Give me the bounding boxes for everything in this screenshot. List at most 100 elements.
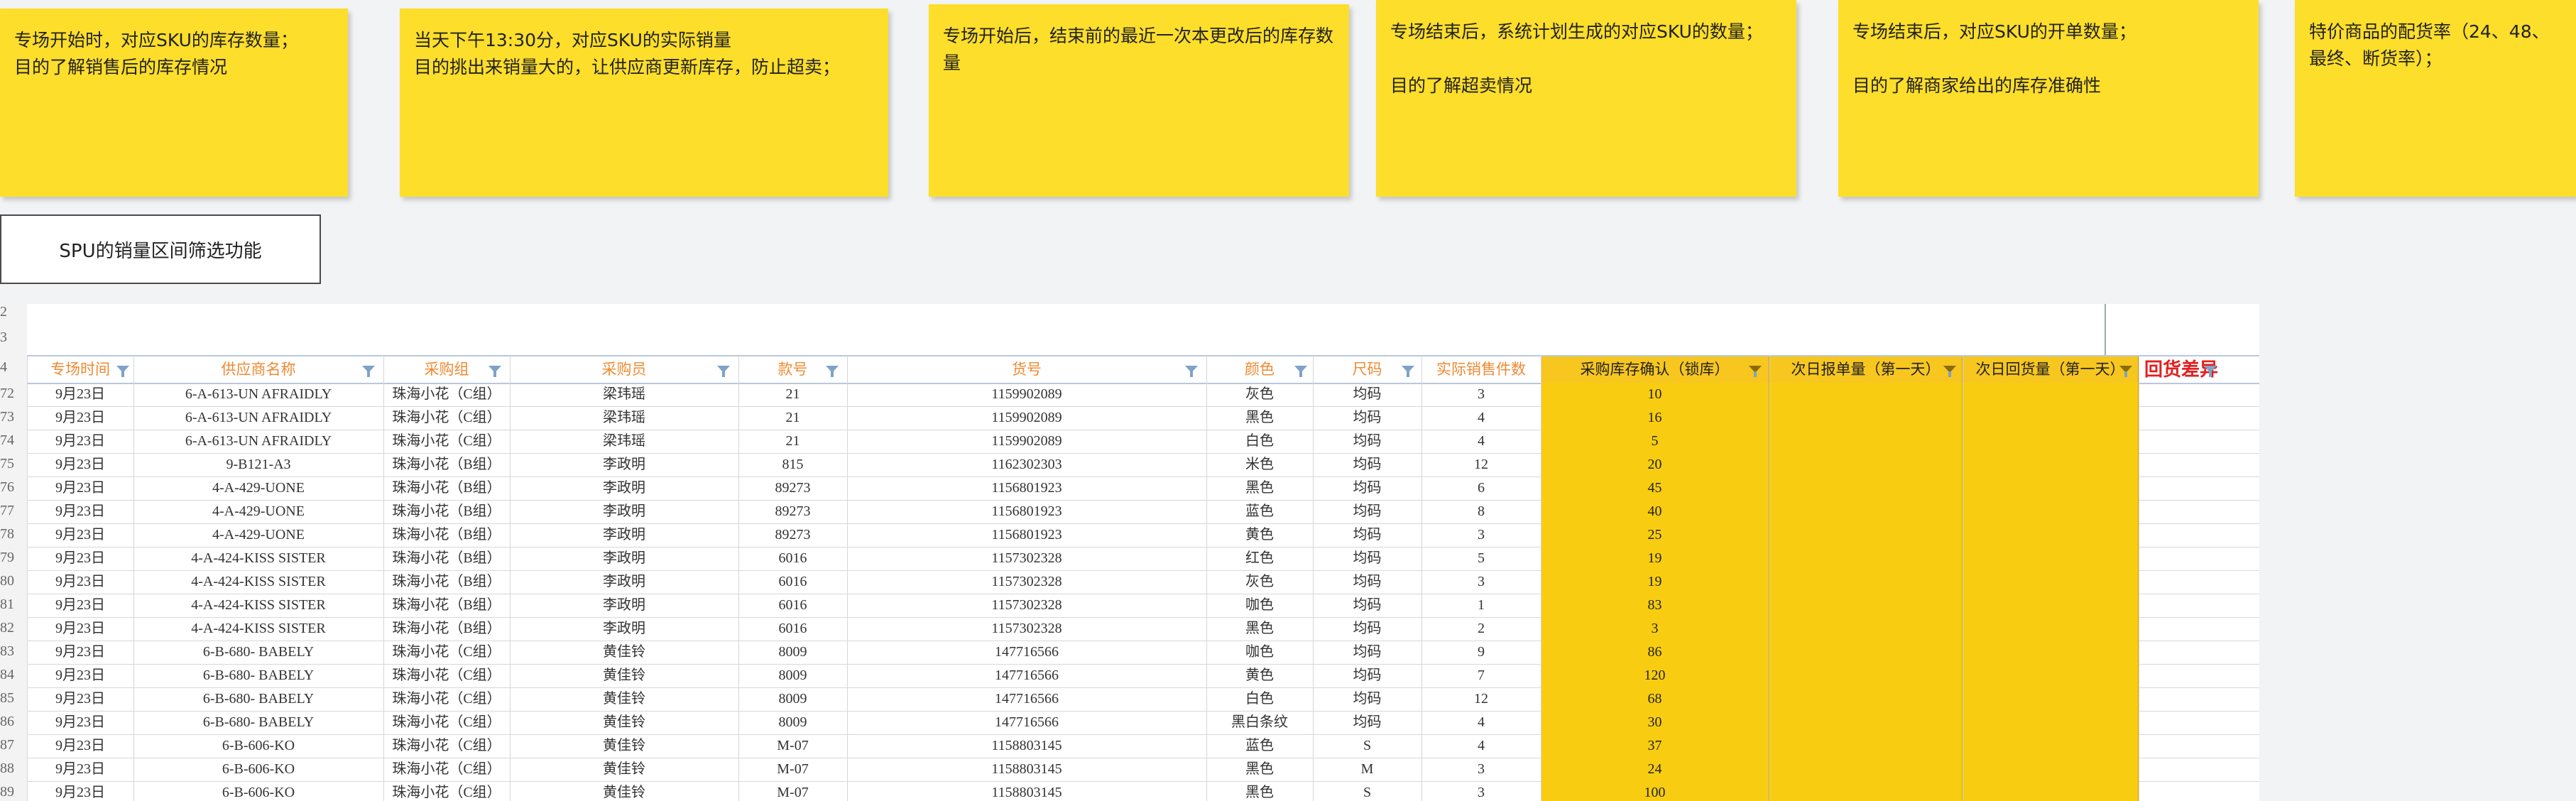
cell-next-day-return[interactable] — [1963, 383, 2139, 406]
cell-style-number[interactable]: 21 — [738, 406, 847, 430]
column-header-style-number[interactable]: 款号 — [738, 356, 847, 383]
cell-size[interactable]: 均码 — [1313, 570, 1421, 594]
cell-color[interactable]: 黑色 — [1206, 617, 1313, 641]
cell-size[interactable]: S — [1313, 734, 1421, 758]
cell-next-day-return[interactable] — [1963, 547, 2139, 570]
sticky-note-fill-rate[interactable]: 特价商品的配货率（24、48、最终、断货率）； — [2295, 0, 2576, 197]
cell-supplier-name[interactable]: 4-A-429-UONE — [133, 476, 383, 500]
cell-size[interactable]: 均码 — [1313, 476, 1421, 500]
cell-purchase-group[interactable]: 珠海小花（C组） — [383, 406, 510, 430]
cell-purchaser[interactable]: 李政明 — [510, 476, 738, 500]
cell-size[interactable]: S — [1313, 781, 1421, 801]
cell-item-number[interactable]: 147716566 — [847, 711, 1206, 734]
cell-color[interactable]: 黑白条纹 — [1206, 711, 1313, 734]
cell-size[interactable]: 均码 — [1313, 641, 1421, 664]
cell-purchaser[interactable]: 李政明 — [510, 500, 738, 523]
filter-funnel-icon[interactable] — [717, 366, 730, 377]
cell-next-day-return[interactable] — [1963, 476, 2139, 500]
cell-style-number[interactable]: M-07 — [738, 734, 847, 758]
cell-next-day-order[interactable] — [1769, 734, 1963, 758]
cell-return-difference[interactable] — [2139, 500, 2259, 523]
cell-supplier-name[interactable]: 6-B-606-KO — [133, 734, 383, 758]
column-header-next-day-return[interactable]: 次日回货量（第一天） — [1963, 356, 2139, 383]
cell-supplier-name[interactable]: 6-A-613-UN AFRAIDLY — [133, 430, 383, 453]
cell-size[interactable]: 均码 — [1313, 547, 1421, 570]
cell-actual-sales[interactable]: 2 — [1421, 617, 1541, 641]
cell-session-time[interactable]: 9月23日 — [27, 547, 133, 570]
cell-purchase-group[interactable]: 珠海小花（B组） — [383, 617, 510, 641]
sticky-note-order-quantity[interactable]: 专场结束后，对应SKU的开单数量； 目的了解商家给出的库存准确性 — [1838, 0, 2259, 197]
cell-actual-sales[interactable]: 6 — [1421, 476, 1541, 500]
cell-next-day-order[interactable] — [1769, 476, 1963, 500]
cell-purchase-group[interactable]: 珠海小花（B组） — [383, 500, 510, 523]
cell-supplier-name[interactable]: 6-B-680- BABELY — [133, 711, 383, 734]
cell-actual-sales[interactable]: 3 — [1421, 781, 1541, 801]
cell-style-number[interactable]: 8009 — [738, 687, 847, 711]
cell-next-day-return[interactable] — [1963, 664, 2139, 687]
cell-session-time[interactable]: 9月23日 — [27, 687, 133, 711]
cell-stock-confirm[interactable]: 19 — [1541, 570, 1769, 594]
cell-next-day-return[interactable] — [1963, 617, 2139, 641]
cell-session-time[interactable]: 9月23日 — [27, 476, 133, 500]
column-header-purchaser[interactable]: 采购员 — [510, 356, 738, 383]
cell-supplier-name[interactable]: 6-A-613-UN AFRAIDLY — [133, 383, 383, 406]
filter-funnel-icon[interactable] — [2119, 366, 2132, 377]
cell-purchaser[interactable]: 李政明 — [510, 570, 738, 594]
cell-session-time[interactable]: 9月23日 — [27, 594, 133, 617]
table-row[interactable]: 9月23日 6-B-606-KO 珠海小花（C组） 黄佳铃 M-07 1158803145… — [27, 781, 2259, 801]
cell-stock-confirm[interactable]: 16 — [1541, 406, 1769, 430]
cell-stock-confirm[interactable]: 24 — [1541, 758, 1769, 781]
cell-stock-confirm[interactable]: 25 — [1541, 523, 1769, 547]
cell-color[interactable]: 黑色 — [1206, 476, 1313, 500]
cell-next-day-order[interactable] — [1769, 430, 1963, 453]
cell-color[interactable]: 灰色 — [1206, 383, 1313, 406]
cell-purchase-group[interactable]: 珠海小花（B组） — [383, 570, 510, 594]
cell-purchase-group[interactable]: 珠海小花（B组） — [383, 523, 510, 547]
filter-funnel-icon[interactable] — [1185, 366, 1198, 377]
cell-item-number[interactable]: 1159902089 — [847, 430, 1206, 453]
cell-item-number[interactable]: 1156801923 — [847, 523, 1206, 547]
table-row[interactable]: 9月23日 4-A-429-UONE 珠海小花（B组） 李政明 89273 1156801… — [27, 523, 2259, 547]
table-row[interactable]: 9月23日 4-A-424-KISS SISTER 珠海小花（B组） 李政明 6016 1… — [27, 570, 2259, 594]
sticky-note-last-stock-change[interactable]: 专场开始后，结束前的最近一次本更改后的库存数量 — [929, 4, 1349, 197]
cell-actual-sales[interactable]: 4 — [1421, 711, 1541, 734]
cell-purchaser[interactable]: 梁玮瑶 — [510, 430, 738, 453]
column-header-size[interactable]: 尺码 — [1313, 356, 1421, 383]
cell-actual-sales[interactable]: 8 — [1421, 500, 1541, 523]
cell-next-day-order[interactable] — [1769, 664, 1963, 687]
cell-purchaser[interactable]: 李政明 — [510, 523, 738, 547]
cell-supplier-name[interactable]: 9-B121-A3 — [133, 453, 383, 476]
cell-item-number[interactable]: 147716566 — [847, 687, 1206, 711]
column-header-return-difference[interactable]: 回货差异 — [2139, 356, 2259, 383]
cell-next-day-return[interactable] — [1963, 453, 2139, 476]
cell-item-number[interactable]: 1156801923 — [847, 500, 1206, 523]
cell-session-time[interactable]: 9月23日 — [27, 406, 133, 430]
cell-next-day-return[interactable] — [1963, 641, 2139, 664]
cell-size[interactable]: 均码 — [1313, 617, 1421, 641]
cell-actual-sales[interactable]: 5 — [1421, 547, 1541, 570]
cell-size[interactable]: 均码 — [1313, 430, 1421, 453]
cell-supplier-name[interactable]: 6-B-680- BABELY — [133, 664, 383, 687]
cell-style-number[interactable]: M-07 — [738, 758, 847, 781]
spreadsheet-embed[interactable]: 2 3 4 72 73 74 75 76 77 78 79 80 81 82 83 84 85 86 87 88… — [0, 304, 2259, 801]
cell-return-difference[interactable] — [2139, 781, 2259, 801]
filter-funnel-icon[interactable] — [1943, 366, 1956, 377]
cell-purchase-group[interactable]: 珠海小花（C组） — [383, 711, 510, 734]
cell-supplier-name[interactable]: 6-B-606-KO — [133, 758, 383, 781]
table-row[interactable]: 9月23日 4-A-424-KISS SISTER 珠海小花（B组） 李政明 6016 1… — [27, 617, 2259, 641]
cell-return-difference[interactable] — [2139, 453, 2259, 476]
cell-return-difference[interactable] — [2139, 594, 2259, 617]
cell-purchase-group[interactable]: 珠海小花（C组） — [383, 758, 510, 781]
cell-purchaser[interactable]: 李政明 — [510, 547, 738, 570]
cell-actual-sales[interactable]: 4 — [1421, 430, 1541, 453]
cell-next-day-order[interactable] — [1769, 570, 1963, 594]
cell-stock-confirm[interactable]: 30 — [1541, 711, 1769, 734]
cell-stock-confirm[interactable]: 37 — [1541, 734, 1769, 758]
cell-return-difference[interactable] — [2139, 570, 2259, 594]
cell-purchase-group[interactable]: 珠海小花（C组） — [383, 734, 510, 758]
cell-item-number[interactable]: 1158803145 — [847, 758, 1206, 781]
cell-style-number[interactable]: 6016 — [738, 594, 847, 617]
cell-color[interactable]: 白色 — [1206, 430, 1313, 453]
cell-stock-confirm[interactable]: 45 — [1541, 476, 1769, 500]
cell-size[interactable]: 均码 — [1313, 453, 1421, 476]
